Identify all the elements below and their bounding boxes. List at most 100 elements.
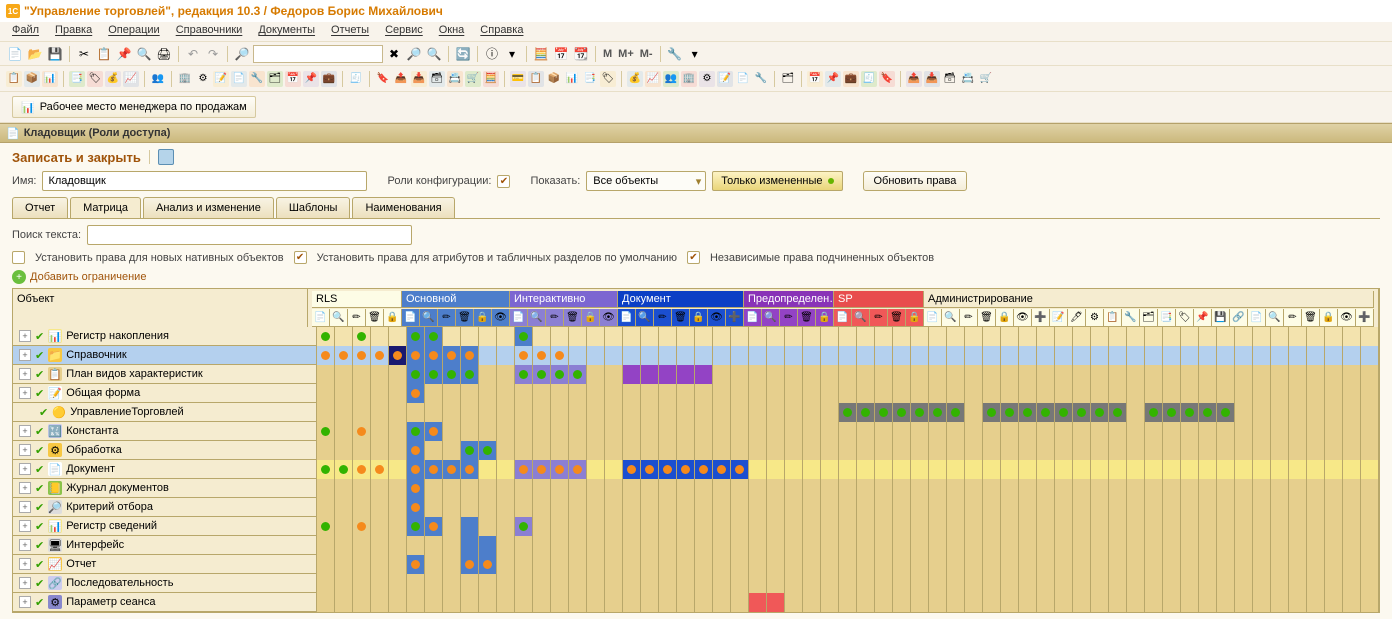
- toolbar-action-icon[interactable]: 🔧: [249, 71, 265, 87]
- permission-cell[interactable]: [1235, 384, 1253, 403]
- permission-cell[interactable]: [1235, 517, 1253, 536]
- permission-cell[interactable]: [623, 460, 641, 479]
- permission-cell[interactable]: [407, 593, 425, 612]
- permission-cell[interactable]: [317, 498, 335, 517]
- permission-cell[interactable]: [1289, 422, 1307, 441]
- permission-cell[interactable]: [1361, 460, 1379, 479]
- column-icon-header[interactable]: 🔍: [636, 309, 654, 327]
- permission-cell[interactable]: [965, 346, 983, 365]
- permission-cell[interactable]: [785, 498, 803, 517]
- permission-cell[interactable]: [1271, 574, 1289, 593]
- permission-cell[interactable]: [1127, 327, 1145, 346]
- permission-cell[interactable]: [947, 593, 965, 612]
- permission-cell[interactable]: [641, 327, 659, 346]
- permission-cell[interactable]: [371, 536, 389, 555]
- permission-cell[interactable]: [1163, 441, 1181, 460]
- permission-cell[interactable]: [461, 593, 479, 612]
- column-icon-header[interactable]: 🗑: [978, 309, 996, 327]
- permission-cell[interactable]: [875, 498, 893, 517]
- permission-cell[interactable]: [479, 460, 497, 479]
- permission-cell[interactable]: [623, 346, 641, 365]
- permission-cell[interactable]: [353, 479, 371, 498]
- permission-cell[interactable]: [893, 384, 911, 403]
- permission-cell[interactable]: [731, 593, 749, 612]
- permission-cell[interactable]: [767, 422, 785, 441]
- column-icon-header[interactable]: 🖊: [1068, 309, 1086, 327]
- permission-cell[interactable]: [551, 498, 569, 517]
- permission-cell[interactable]: [1181, 517, 1199, 536]
- permission-cell[interactable]: [515, 403, 533, 422]
- search-input[interactable]: [253, 45, 383, 63]
- permission-cell[interactable]: [1001, 441, 1019, 460]
- permission-dot[interactable]: [357, 522, 366, 531]
- column-icon-header[interactable]: 🔍: [762, 309, 780, 327]
- permission-cell[interactable]: [1019, 555, 1037, 574]
- permission-cell[interactable]: [1181, 384, 1199, 403]
- permission-cell[interactable]: [623, 422, 641, 441]
- permission-cell[interactable]: [677, 574, 695, 593]
- permission-cell[interactable]: [1217, 384, 1235, 403]
- permission-cell[interactable]: [965, 460, 983, 479]
- permission-cell[interactable]: [893, 517, 911, 536]
- column-icon-header[interactable]: 🔍: [528, 309, 546, 327]
- permission-cell[interactable]: [1289, 479, 1307, 498]
- permission-cell[interactable]: [1073, 479, 1091, 498]
- permission-cell[interactable]: [695, 574, 713, 593]
- permission-cell[interactable]: [1307, 460, 1325, 479]
- permission-cell[interactable]: [875, 574, 893, 593]
- permission-cell[interactable]: [605, 479, 623, 498]
- permission-dot[interactable]: [537, 465, 546, 474]
- permission-cell[interactable]: [371, 365, 389, 384]
- permission-cell[interactable]: [587, 479, 605, 498]
- permission-cell[interactable]: [1109, 517, 1127, 536]
- permission-cell[interactable]: [1145, 536, 1163, 555]
- permission-cell[interactable]: [1037, 346, 1055, 365]
- permission-cell[interactable]: [389, 441, 407, 460]
- permission-cell[interactable]: [1325, 479, 1343, 498]
- permission-dot[interactable]: [663, 465, 672, 474]
- permission-cell[interactable]: [371, 346, 389, 365]
- permission-cell[interactable]: [551, 536, 569, 555]
- permission-cell[interactable]: [533, 536, 551, 555]
- permission-cell[interactable]: [1307, 555, 1325, 574]
- column-icon-header[interactable]: ➕: [1032, 309, 1050, 327]
- permission-cell[interactable]: [1109, 460, 1127, 479]
- permission-cell[interactable]: [1163, 422, 1181, 441]
- toolbar-action-icon[interactable]: 🏢: [177, 71, 193, 87]
- permission-cell[interactable]: [353, 441, 371, 460]
- permission-dot[interactable]: [321, 465, 330, 474]
- permission-cell[interactable]: [1073, 365, 1091, 384]
- permission-cell[interactable]: [659, 517, 677, 536]
- permission-dot[interactable]: [681, 465, 690, 474]
- permission-cell[interactable]: [1091, 346, 1109, 365]
- permission-cell[interactable]: [677, 593, 695, 612]
- permission-cell[interactable]: [1019, 403, 1037, 422]
- menu-Файл[interactable]: Файл: [12, 24, 39, 39]
- permission-cell[interactable]: [461, 346, 479, 365]
- permission-cell[interactable]: [1001, 555, 1019, 574]
- permission-cell[interactable]: [1091, 479, 1109, 498]
- permission-cell[interactable]: [641, 555, 659, 574]
- permission-cell[interactable]: [623, 517, 641, 536]
- permission-dot[interactable]: [1221, 408, 1230, 417]
- copy-icon[interactable]: 📋: [95, 45, 113, 63]
- permission-cell[interactable]: [857, 422, 875, 441]
- permission-cell[interactable]: [1091, 536, 1109, 555]
- compare-icon[interactable]: 🔍: [135, 45, 153, 63]
- permission-cell[interactable]: [479, 498, 497, 517]
- permission-dot[interactable]: [1023, 408, 1032, 417]
- permission-cell[interactable]: [1091, 574, 1109, 593]
- permission-cell[interactable]: [425, 460, 443, 479]
- permission-cell[interactable]: [1271, 422, 1289, 441]
- object-row[interactable]: +✔🖥Интерфейс: [13, 536, 317, 554]
- permission-cell[interactable]: [389, 403, 407, 422]
- permission-cell[interactable]: [389, 593, 407, 612]
- permission-cell[interactable]: [731, 479, 749, 498]
- permission-cell[interactable]: [1109, 403, 1127, 422]
- permission-cell[interactable]: [1163, 403, 1181, 422]
- permission-cell[interactable]: [551, 517, 569, 536]
- permission-cell[interactable]: [1217, 422, 1235, 441]
- permission-cell[interactable]: [1163, 346, 1181, 365]
- permission-cell[interactable]: [1271, 346, 1289, 365]
- permission-cell[interactable]: [1001, 593, 1019, 612]
